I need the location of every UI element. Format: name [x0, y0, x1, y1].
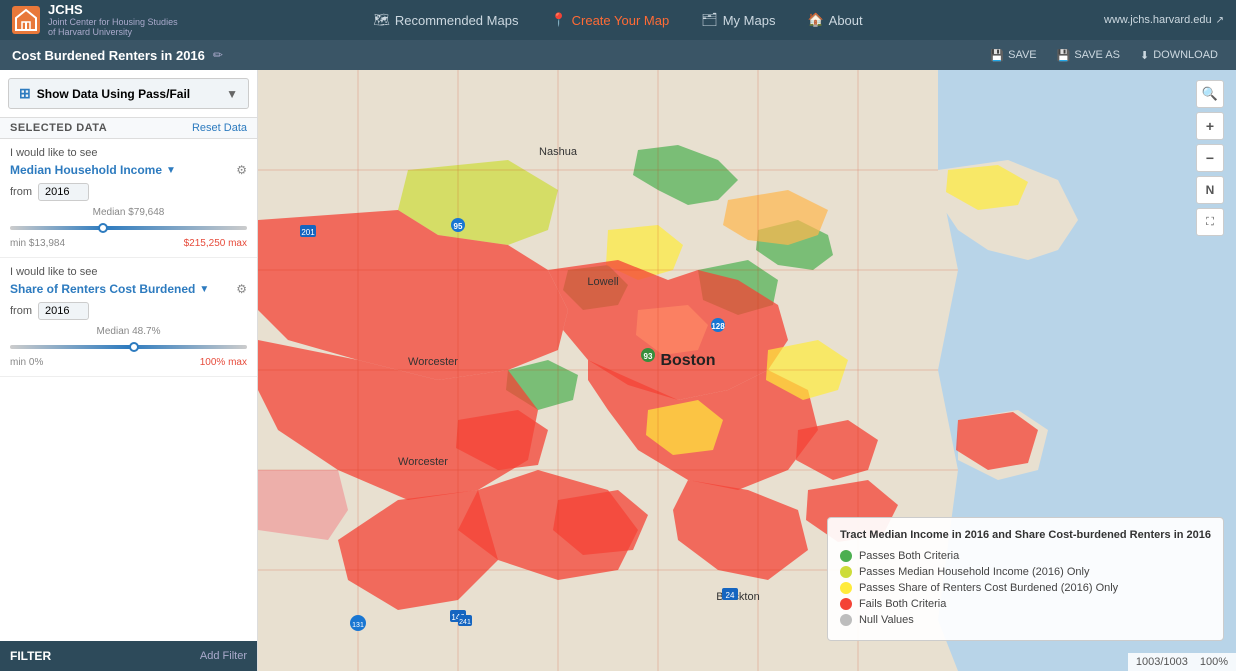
nav-create-your-map[interactable]: 📍 Create Your Map: [550, 12, 669, 28]
info-icon-1[interactable]: ▼: [166, 165, 176, 176]
title-actions: 💾 SAVE 💾 SAVE AS ⬇ DOWNLOAD: [984, 46, 1224, 65]
selected-data-header: SELECTED DATA Reset Data: [0, 117, 257, 139]
left-panel: ⊞ Show Data Using Pass/Fail ▼ SELECTED D…: [0, 70, 258, 671]
legend-label-passes-both: Passes Both Criteria: [859, 550, 959, 562]
legend-label-null: Null Values: [859, 614, 914, 626]
svg-text:95: 95: [454, 222, 463, 231]
legend-dot-null: [840, 614, 852, 626]
legend-title: Tract Median Income in 2016 and Share Co…: [840, 528, 1211, 542]
my-maps-icon: 🗂: [701, 12, 718, 28]
nav-recommended-maps[interactable]: 🗺 Recommended Maps: [373, 12, 518, 28]
criteria-1-year-select[interactable]: 2016: [38, 183, 89, 201]
create-map-icon: 📍: [550, 12, 566, 28]
recommended-maps-icon: 🗺: [373, 12, 390, 28]
svg-text:201: 201: [301, 228, 315, 237]
legend-item-passes-both: Passes Both Criteria: [840, 550, 1211, 562]
svg-text:93: 93: [644, 352, 653, 361]
download-icon: ⬇: [1140, 49, 1149, 62]
criteria-2-median: Median 48.7%: [10, 326, 247, 337]
criteria-2-slider[interactable]: [10, 345, 247, 349]
info-icon-2[interactable]: ▼: [199, 284, 209, 295]
grid-icon: ⊞: [19, 85, 31, 102]
chevron-down-icon: ▼: [226, 87, 238, 101]
jchs-logo-icon: [12, 6, 40, 34]
map-legend: Tract Median Income in 2016 and Share Co…: [827, 517, 1224, 641]
selected-data-label: SELECTED DATA: [10, 122, 107, 134]
download-button[interactable]: ⬇ DOWNLOAD: [1134, 46, 1224, 65]
legend-label-passes-renters: Passes Share of Renters Cost Burdened (2…: [859, 582, 1118, 594]
legend-item-passes-renters: Passes Share of Renters Cost Burdened (2…: [840, 582, 1211, 594]
criteria-2-field-name: Share of Renters Cost Burdened ▼: [10, 282, 209, 296]
legend-item-passes-income: Passes Median Household Income (2016) On…: [840, 566, 1211, 578]
nav-about[interactable]: 🏠 About: [807, 12, 862, 28]
nav-my-maps[interactable]: 🗂 My Maps: [701, 12, 775, 28]
logo-area: JCHS Joint Center for Housing Studies of…: [12, 2, 178, 37]
save-icon: 💾: [990, 49, 1004, 62]
svg-text:24: 24: [726, 591, 735, 600]
top-navigation: JCHS Joint Center for Housing Studies of…: [0, 0, 1236, 40]
criteria-1-median: Median $79,648: [10, 207, 247, 218]
svg-text:Worcester: Worcester: [408, 356, 458, 368]
criteria-2-section: I would like to see Share of Renters Cos…: [0, 258, 257, 377]
nav-links: 🗺 Recommended Maps 📍 Create Your Map 🗂 M…: [373, 12, 862, 28]
criteria-2-from-row: from 2016: [10, 302, 247, 320]
criteria-1-slider[interactable]: [10, 226, 247, 230]
svg-text:Worcester: Worcester: [398, 456, 448, 468]
status-count: 1003/1003: [1136, 656, 1188, 668]
settings-icon-2[interactable]: ⚙: [236, 282, 247, 296]
criteria-1-prompt: I would like to see: [10, 147, 247, 159]
map-title: Cost Burdened Renters in 2016: [12, 48, 205, 63]
reset-north-button[interactable]: N: [1196, 176, 1224, 204]
status-bar: 1003/1003 100%: [1128, 653, 1236, 671]
criteria-1-range-labels: min $13,984 $215,250 max: [10, 238, 247, 249]
criteria-1-from-row: from 2016: [10, 183, 247, 201]
svg-text:131: 131: [352, 622, 364, 629]
reset-data-button[interactable]: Reset Data: [192, 122, 247, 134]
legend-item-null: Null Values: [840, 614, 1211, 626]
save-button[interactable]: 💾 SAVE: [984, 46, 1042, 65]
svg-text:Boston: Boston: [660, 352, 715, 369]
fullscreen-button[interactable]: ⛶: [1196, 208, 1224, 236]
about-icon: 🏠: [807, 12, 823, 28]
status-percent: 100%: [1200, 656, 1228, 668]
external-link-icon: ↗: [1216, 15, 1224, 26]
criteria-2-prompt: I would like to see: [10, 266, 247, 278]
logo-text: JCHS Joint Center for Housing Studies of…: [48, 2, 178, 37]
svg-text:241: 241: [459, 619, 471, 626]
criteria-2-year-select[interactable]: 2016: [38, 302, 89, 320]
zoom-out-button[interactable]: −: [1196, 144, 1224, 172]
filter-bar: FILTER Add Filter: [0, 641, 257, 671]
edit-title-icon[interactable]: ✏: [213, 48, 223, 62]
legend-label-fails-both: Fails Both Criteria: [859, 598, 946, 610]
criteria-2-range-labels: min 0% 100% max: [10, 357, 247, 368]
svg-text:Lowell: Lowell: [587, 276, 618, 288]
criteria-1-field-name: Median Household Income ▼: [10, 163, 176, 177]
save-as-icon: 💾: [1057, 49, 1071, 62]
legend-dot-passes-income: [840, 566, 852, 578]
settings-icon-1[interactable]: ⚙: [236, 163, 247, 177]
title-bar: Cost Burdened Renters in 2016 ✏ 💾 SAVE 💾…: [0, 40, 1236, 70]
website-link[interactable]: www.jchs.harvard.edu ↗: [1104, 14, 1224, 26]
criteria-1-section: I would like to see Median Household Inc…: [0, 139, 257, 258]
main-content: ⊞ Show Data Using Pass/Fail ▼ SELECTED D…: [0, 70, 1236, 671]
zoom-in-button[interactable]: +: [1196, 112, 1224, 140]
svg-text:Nashua: Nashua: [539, 146, 578, 158]
map-search-button[interactable]: 🔍: [1196, 80, 1224, 108]
svg-text:128: 128: [711, 322, 725, 331]
save-as-button[interactable]: 💾 SAVE AS: [1051, 46, 1126, 65]
legend-dot-passes-renters: [840, 582, 852, 594]
show-data-button[interactable]: ⊞ Show Data Using Pass/Fail ▼: [8, 78, 249, 109]
map-area[interactable]: Boston Nashua Lowell Worcester Brockton …: [258, 70, 1236, 671]
legend-dot-fails-both: [840, 598, 852, 610]
legend-item-fails-both: Fails Both Criteria: [840, 598, 1211, 610]
add-filter-button[interactable]: Add Filter: [200, 650, 247, 662]
legend-dot-passes-both: [840, 550, 852, 562]
map-controls: 🔍 + − N ⛶: [1196, 80, 1224, 236]
legend-label-passes-income: Passes Median Household Income (2016) On…: [859, 566, 1090, 578]
